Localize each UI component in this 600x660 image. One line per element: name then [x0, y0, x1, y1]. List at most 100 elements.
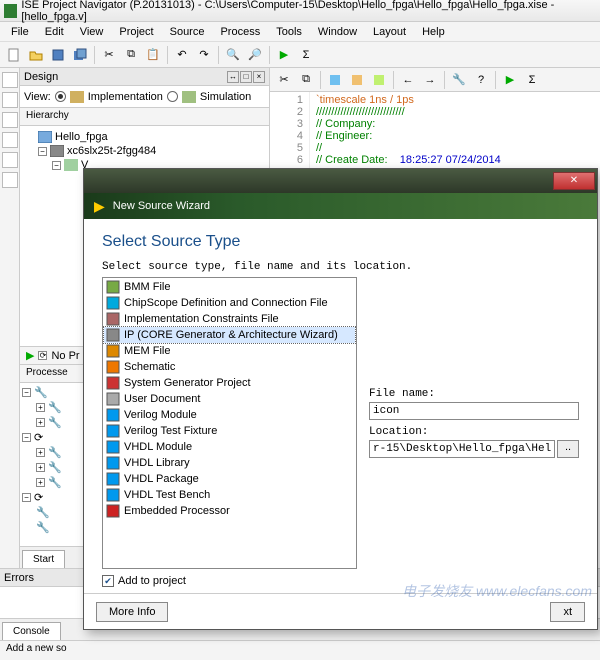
source-type-icon [106, 456, 120, 470]
source-type-label: System Generator Project [124, 377, 251, 389]
errors-title: Errors [4, 572, 34, 584]
new-icon[interactable] [4, 45, 24, 65]
sim-icon [182, 91, 196, 103]
source-type-item[interactable]: ChipScope Definition and Connection File [104, 295, 355, 311]
view-row: View: Implementation Simulation [20, 86, 269, 108]
ed-2[interactable] [347, 70, 367, 90]
ed-copy-icon[interactable]: ⧉ [296, 70, 316, 90]
wizard-title: New Source Wizard [113, 200, 210, 212]
ed-3[interactable] [369, 70, 389, 90]
menu-help[interactable]: Help [415, 24, 452, 40]
save-icon[interactable] [48, 45, 68, 65]
impl-icon[interactable]: Σ [296, 45, 316, 65]
source-type-item[interactable]: VHDL Library [104, 455, 355, 471]
source-type-label: Schematic [124, 361, 175, 373]
dock-icon[interactable]: □ [240, 71, 252, 83]
vtb-3[interactable] [2, 112, 18, 128]
redo-icon[interactable]: ↷ [194, 45, 214, 65]
radio-impl[interactable] [55, 91, 66, 102]
menu-source[interactable]: Source [163, 24, 212, 40]
ed-1[interactable] [325, 70, 345, 90]
ed-help-icon[interactable]: ? [471, 70, 491, 90]
zoom-icon[interactable]: 🔍 [223, 45, 243, 65]
refresh-icon[interactable]: ⟳ [38, 351, 47, 360]
source-type-label: BMM File [124, 281, 170, 293]
menu-file[interactable]: File [4, 24, 36, 40]
vtb-4[interactable] [2, 132, 18, 148]
source-type-item[interactable]: Verilog Test Fixture [104, 423, 355, 439]
menu-process[interactable]: Process [213, 24, 267, 40]
source-type-label: Verilog Module [124, 409, 197, 421]
menu-tools[interactable]: Tools [269, 24, 309, 40]
open-icon[interactable] [26, 45, 46, 65]
menu-window[interactable]: Window [311, 24, 364, 40]
radio-sim[interactable] [167, 91, 178, 102]
source-type-item[interactable]: System Generator Project [104, 375, 355, 391]
source-type-item[interactable]: Verilog Module [104, 407, 355, 423]
source-type-icon [106, 392, 120, 406]
ed-sigma-icon[interactable]: Σ [522, 70, 542, 90]
source-type-item[interactable]: VHDL Module [104, 439, 355, 455]
filename-input[interactable] [369, 402, 579, 420]
vtb-1[interactable] [2, 72, 18, 88]
new-source-wizard-dialog: ✕ ▶ New Source Wizard Select Source Type… [83, 168, 598, 630]
source-type-item[interactable]: VHDL Test Bench [104, 487, 355, 503]
menu-layout[interactable]: Layout [366, 24, 413, 40]
ed-play-icon[interactable]: ▶ [500, 70, 520, 90]
source-type-icon [106, 344, 120, 358]
tree-project[interactable]: Hello_fpga [24, 130, 265, 144]
source-type-item[interactable]: Implementation Constraints File [104, 311, 355, 327]
dialog-titlebar[interactable]: ✕ [84, 169, 597, 193]
editor-toolbar: ✂ ⧉ ← → 🔧 ? ▶ Σ [270, 68, 600, 92]
paste-icon[interactable]: 📋 [143, 45, 163, 65]
source-type-item[interactable]: IP (CORE Generator & Architecture Wizard… [104, 327, 355, 343]
more-info-button[interactable]: More Info [96, 602, 168, 622]
copy-icon[interactable]: ⧉ [121, 45, 141, 65]
source-type-label: Implementation Constraints File [124, 313, 279, 325]
sim-label: Simulation [200, 91, 251, 103]
add-to-project-checkbox[interactable]: ✔ [102, 575, 114, 587]
ed-back-icon[interactable]: ← [398, 70, 418, 90]
location-label: Location: [369, 426, 579, 438]
close-icon[interactable]: ✕ [553, 172, 595, 190]
location-input[interactable] [369, 440, 555, 458]
pin-icon[interactable]: ↔ [227, 71, 239, 83]
source-type-item[interactable]: MEM File [104, 343, 355, 359]
tree-device[interactable]: −xc6slx25t-2fgg484 [24, 144, 265, 158]
undo-icon[interactable]: ↶ [172, 45, 192, 65]
ed-cut-icon[interactable]: ✂ [274, 70, 294, 90]
main-toolbar: ✂ ⧉ 📋 ↶ ↷ 🔍 🔎 ▶ Σ [0, 42, 600, 68]
source-type-item[interactable]: Schematic [104, 359, 355, 375]
source-type-label: IP (CORE Generator & Architecture Wizard… [124, 329, 338, 341]
vtb-6[interactable] [2, 172, 18, 188]
menu-bar: File Edit View Project Source Process To… [0, 22, 600, 42]
menu-project[interactable]: Project [112, 24, 160, 40]
close-panel-icon[interactable]: × [253, 71, 265, 83]
source-type-icon [106, 376, 120, 390]
ed-fwd-icon[interactable]: → [420, 70, 440, 90]
vtb-2[interactable] [2, 92, 18, 108]
source-type-item[interactable]: Embedded Processor [104, 503, 355, 519]
source-type-item[interactable]: VHDL Package [104, 471, 355, 487]
source-type-label: Embedded Processor [124, 505, 230, 517]
find-icon[interactable]: 🔎 [245, 45, 265, 65]
ed-wrench-icon[interactable]: 🔧 [449, 70, 469, 90]
tab-start[interactable]: Start [22, 550, 65, 568]
next-button[interactable]: xt [550, 602, 585, 622]
saveall-icon[interactable] [70, 45, 90, 65]
vtb-5[interactable] [2, 152, 18, 168]
view-label: View: [24, 91, 51, 103]
browse-button[interactable]: .. [557, 440, 579, 458]
cut-icon[interactable]: ✂ [99, 45, 119, 65]
app-icon [4, 4, 17, 18]
source-type-list[interactable]: BMM File ChipScope Definition and Connect… [102, 277, 357, 569]
tab-console[interactable]: Console [2, 622, 61, 640]
impl-icon [70, 91, 84, 103]
add-to-project-label: Add to project [118, 575, 186, 587]
source-type-item[interactable]: User Document [104, 391, 355, 407]
wizard-sub: Select source type, file name and its lo… [102, 261, 579, 273]
menu-edit[interactable]: Edit [38, 24, 71, 40]
run-icon[interactable]: ▶ [274, 45, 294, 65]
source-type-item[interactable]: BMM File [104, 279, 355, 295]
menu-view[interactable]: View [73, 24, 111, 40]
